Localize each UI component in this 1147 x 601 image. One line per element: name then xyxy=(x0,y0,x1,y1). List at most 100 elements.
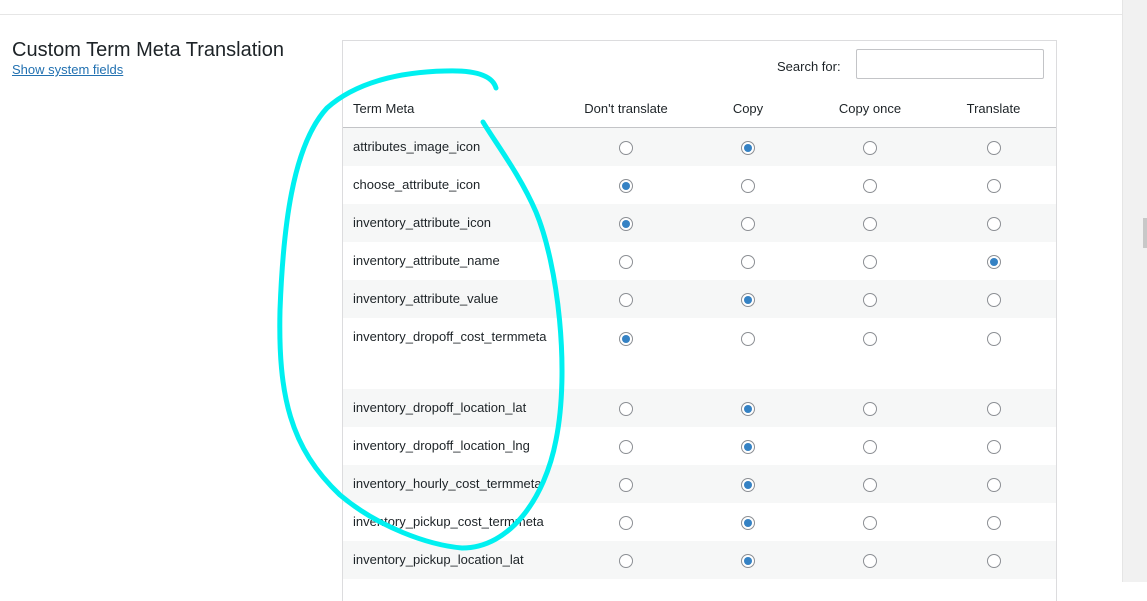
option-cell xyxy=(687,166,809,204)
radio-copy-once[interactable] xyxy=(863,439,877,454)
option-cell xyxy=(931,242,1056,280)
radio-dont-translate[interactable] xyxy=(619,331,633,346)
option-cell xyxy=(565,541,687,579)
option-cell xyxy=(809,280,931,318)
option-cell xyxy=(687,465,809,503)
radio-translate[interactable] xyxy=(986,178,1001,193)
option-cell xyxy=(687,242,809,280)
radio-translate[interactable] xyxy=(986,553,1001,568)
radio-copy-once[interactable] xyxy=(863,140,877,155)
option-cell xyxy=(687,389,809,427)
option-cell xyxy=(931,389,1056,427)
term-meta-name: inventory_hourly_cost_termmeta xyxy=(343,465,565,503)
radio-copy-once[interactable] xyxy=(863,477,877,492)
radio-translate[interactable] xyxy=(986,439,1001,454)
option-cell xyxy=(687,503,809,541)
option-cell xyxy=(687,204,809,242)
radio-translate[interactable] xyxy=(986,331,1001,346)
radio-copy[interactable] xyxy=(741,292,755,307)
radio-dont-translate[interactable] xyxy=(619,401,633,416)
option-cell xyxy=(687,541,809,579)
table-row: inventory_dropoff_location_lat xyxy=(343,389,1056,427)
radio-dont-translate[interactable] xyxy=(619,216,633,231)
option-cell xyxy=(809,318,931,389)
radio-copy-once[interactable] xyxy=(863,331,877,346)
option-cell xyxy=(565,204,687,242)
radio-dont-translate[interactable] xyxy=(619,178,633,193)
radio-copy-once[interactable] xyxy=(863,515,877,530)
radio-translate[interactable] xyxy=(986,254,1001,269)
radio-copy[interactable] xyxy=(741,401,755,416)
radio-dont-translate[interactable] xyxy=(619,515,633,530)
radio-dont-translate[interactable] xyxy=(619,292,633,307)
column-header-copy: Copy xyxy=(687,89,809,128)
option-cell xyxy=(931,503,1056,541)
option-cell xyxy=(809,389,931,427)
radio-translate[interactable] xyxy=(986,515,1001,530)
page-scrollbar[interactable] xyxy=(1122,0,1147,582)
table-row: attributes_image_icon xyxy=(343,127,1056,166)
term-meta-panel: Search for: Term Meta Don't translate Co… xyxy=(342,40,1057,601)
table-row: inventory_dropoff_location_lng xyxy=(343,427,1056,465)
table-row: inventory_pickup_location_lat xyxy=(343,541,1056,579)
option-cell xyxy=(809,242,931,280)
radio-translate[interactable] xyxy=(986,216,1001,231)
term-meta-name: inventory_dropoff_location_lat xyxy=(343,389,565,427)
option-cell xyxy=(931,127,1056,166)
radio-copy-once[interactable] xyxy=(863,178,877,193)
option-cell xyxy=(687,280,809,318)
radio-copy-once[interactable] xyxy=(863,216,877,231)
option-cell xyxy=(687,127,809,166)
option-cell xyxy=(809,427,931,465)
search-input[interactable] xyxy=(856,49,1044,79)
radio-copy[interactable] xyxy=(741,553,755,568)
option-cell xyxy=(565,389,687,427)
option-cell xyxy=(931,465,1056,503)
section-title: Custom Term Meta Translation xyxy=(12,39,284,61)
radio-copy[interactable] xyxy=(741,216,755,231)
column-header-copy-once: Copy once xyxy=(809,89,931,128)
radio-translate[interactable] xyxy=(986,292,1001,307)
option-cell xyxy=(931,166,1056,204)
radio-copy[interactable] xyxy=(741,515,755,530)
term-meta-name: inventory_attribute_icon xyxy=(343,204,565,242)
radio-translate[interactable] xyxy=(986,401,1001,416)
radio-copy-once[interactable] xyxy=(863,401,877,416)
term-meta-name: inventory_pickup_location_lat xyxy=(343,541,565,579)
table-row: inventory_attribute_icon xyxy=(343,204,1056,242)
radio-translate[interactable] xyxy=(986,477,1001,492)
radio-translate[interactable] xyxy=(986,140,1001,155)
radio-dont-translate[interactable] xyxy=(619,254,633,269)
radio-dont-translate[interactable] xyxy=(619,439,633,454)
scrollbar-thumb[interactable] xyxy=(1143,218,1147,248)
radio-dont-translate[interactable] xyxy=(619,477,633,492)
table-row: inventory_attribute_name xyxy=(343,242,1056,280)
radio-copy[interactable] xyxy=(741,439,755,454)
table-row: inventory_dropoff_cost_termmeta xyxy=(343,318,1056,389)
radio-copy[interactable] xyxy=(741,254,755,269)
radio-dont-translate[interactable] xyxy=(619,140,633,155)
radio-copy[interactable] xyxy=(741,178,755,193)
term-meta-name: inventory_pickup_cost_termmeta xyxy=(353,514,544,529)
radio-copy[interactable] xyxy=(741,477,755,492)
option-cell xyxy=(565,318,687,389)
table-header-row: Term Meta Don't translate Copy Copy once… xyxy=(343,89,1056,128)
radio-copy-once[interactable] xyxy=(863,254,877,269)
column-header-translate: Translate xyxy=(931,89,1056,128)
option-cell xyxy=(809,503,931,541)
top-divider xyxy=(0,0,1122,15)
search-label: Search for: xyxy=(777,59,841,74)
option-cell xyxy=(565,127,687,166)
radio-copy[interactable] xyxy=(741,140,755,155)
show-system-fields-link[interactable]: Show system fields xyxy=(12,62,123,77)
radio-copy-once[interactable] xyxy=(863,553,877,568)
radio-dont-translate[interactable] xyxy=(619,553,633,568)
option-cell xyxy=(687,427,809,465)
option-cell xyxy=(565,166,687,204)
option-cell xyxy=(931,541,1056,579)
radio-copy[interactable] xyxy=(741,331,755,346)
option-cell xyxy=(931,318,1056,389)
option-cell xyxy=(565,465,687,503)
table-row: choose_attribute_icon xyxy=(343,166,1056,204)
radio-copy-once[interactable] xyxy=(863,292,877,307)
